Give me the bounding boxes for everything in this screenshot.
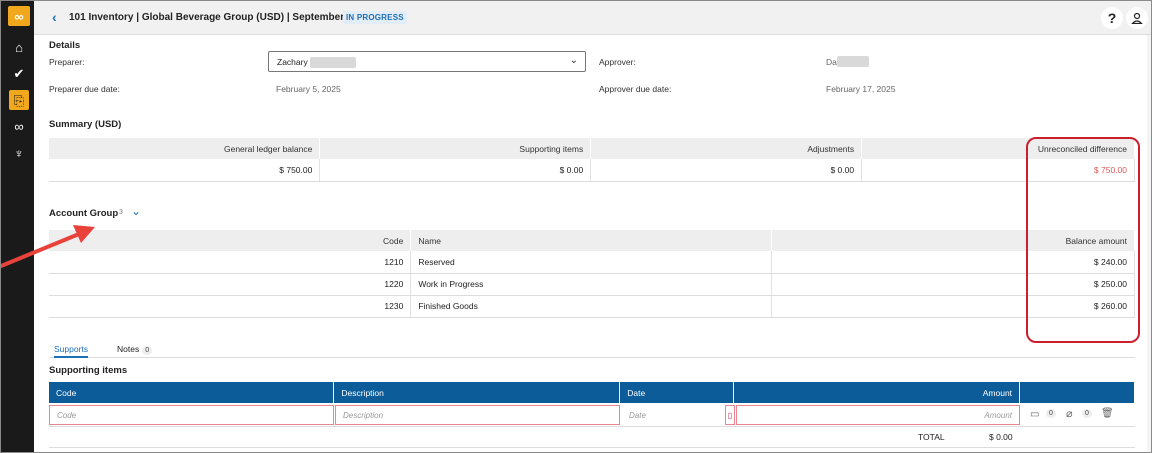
redaction-blur: [837, 56, 869, 67]
infinity-icon[interactable]: ∞: [9, 116, 29, 136]
annotation-arrow: [1, 225, 95, 268]
details-heading: Details: [49, 40, 81, 51]
column-header: Adjustments: [590, 138, 863, 159]
tab-notes[interactable]: Notes 0: [117, 344, 153, 355]
column-header: General ledger balance: [49, 138, 321, 159]
column-header: Amount: [733, 382, 1021, 403]
approver-due-label: Approver due date:: [599, 84, 672, 94]
table-cell: 1230: [49, 295, 412, 318]
approver-due-value: February 17, 2025: [826, 84, 896, 94]
calendar-icon[interactable]: ▯: [725, 405, 735, 425]
table-cell: 1220: [49, 273, 412, 296]
table-cell: Finished Goods: [410, 295, 773, 318]
tab-supports[interactable]: Supports: [54, 344, 89, 358]
tab-bar: Supports Notes 0: [49, 342, 1135, 358]
approver-label: Approver:: [599, 57, 636, 67]
tab-label: Notes: [117, 344, 140, 354]
page-title: 101 Inventory | Global Beverage Group (U…: [69, 12, 370, 23]
summary-heading: Summary (USD): [49, 119, 122, 130]
total-value: $ 0.00: [989, 432, 1013, 442]
supporting-items-table: Code Description Date Amount: [49, 382, 1135, 403]
scale-icon[interactable]: ♆: [9, 143, 29, 163]
check-circle-icon[interactable]: ✔: [9, 63, 29, 83]
logo-icon[interactable]: ∞: [8, 6, 30, 26]
table-cell: $ 0.00: [319, 159, 592, 182]
supporting-items-heading: Supporting items: [49, 365, 128, 376]
column-header: Description: [333, 382, 621, 403]
comment-icon[interactable]: ▭: [1030, 409, 1039, 420]
account-header-row: Code Name Balance amount: [49, 230, 1135, 251]
trash-icon[interactable]: 🗑: [1101, 408, 1114, 419]
date-input[interactable]: Date: [621, 405, 724, 425]
approver-value: Da: [826, 57, 837, 67]
summary-header-row: General ledger balance Supporting items …: [49, 138, 1135, 159]
column-header: Code: [49, 230, 412, 251]
chevron-down-icon[interactable]: ⌄: [131, 204, 141, 218]
app-window: ∞ ⌂ ✔ ⎘ ∞ ♆ ‹ 101 Inventory | Global Bev…: [0, 0, 1152, 453]
table-cell: Work in Progress: [410, 273, 773, 296]
user-icon[interactable]: [1126, 7, 1148, 29]
column-header: Name: [410, 230, 773, 251]
summary-values-row: $ 750.00 $ 0.00 $ 0.00 $ 750.00: [49, 159, 1135, 182]
scrollbar[interactable]: [1147, 35, 1151, 452]
preparer-value: Zachary: [277, 57, 308, 67]
help-icon[interactable]: ?: [1101, 7, 1123, 29]
preparer-due-value: February 5, 2025: [276, 84, 341, 94]
top-bar: ‹ 101 Inventory | Global Beverage Group …: [34, 1, 1151, 35]
back-chevron-icon[interactable]: ‹: [52, 9, 57, 25]
preparer-due-label: Preparer due date:: [49, 84, 120, 94]
divider: [49, 426, 1135, 427]
table-cell: 1210: [49, 251, 412, 274]
preparer-label: Preparer:: [49, 57, 85, 67]
redaction-blur: [310, 57, 356, 68]
home-icon[interactable]: ⌂: [9, 37, 29, 57]
attachment-icon[interactable]: ⌀: [1066, 407, 1073, 420]
chevron-down-icon: ⌄: [569, 55, 578, 66]
notes-count-badge: 0: [142, 346, 153, 355]
summary-table: General ledger balance Supporting items …: [49, 138, 1135, 182]
column-header: Supporting items: [319, 138, 592, 159]
table-row[interactable]: 1210 Reserved $ 240.00: [49, 251, 1135, 274]
status-badge: IN PROGRESS: [343, 11, 407, 24]
annotation-highlight-box: [1026, 137, 1140, 343]
table-cell: $ 750.00: [49, 159, 321, 182]
divider: [49, 447, 1135, 448]
account-group-table: Code Name Balance amount 1210 Reserved $…: [49, 230, 1135, 318]
comment-count-badge: 0: [1046, 409, 1056, 418]
table-cell: Reserved: [410, 251, 773, 274]
code-input[interactable]: Code: [49, 405, 334, 425]
column-header: Code: [49, 382, 335, 403]
table-cell: $ 0.00: [590, 159, 863, 182]
description-input[interactable]: Description: [335, 405, 620, 425]
supporting-header-row: Code Description Date Amount: [49, 382, 1135, 403]
total-label: TOTAL: [918, 432, 945, 442]
reconcile-icon[interactable]: ⎘: [9, 90, 29, 110]
table-row[interactable]: 1220 Work in Progress $ 250.00: [49, 273, 1135, 296]
account-group-count: 3: [119, 209, 123, 216]
table-row[interactable]: 1230 Finished Goods $ 260.00: [49, 295, 1135, 318]
column-header: [1019, 382, 1135, 403]
attachment-count-badge: 0: [1082, 409, 1092, 418]
column-header: Date: [619, 382, 735, 403]
amount-input[interactable]: Amount: [736, 405, 1020, 425]
account-group-heading: Account Group: [49, 208, 119, 219]
preparer-select[interactable]: Zachary ⌄: [268, 51, 586, 72]
